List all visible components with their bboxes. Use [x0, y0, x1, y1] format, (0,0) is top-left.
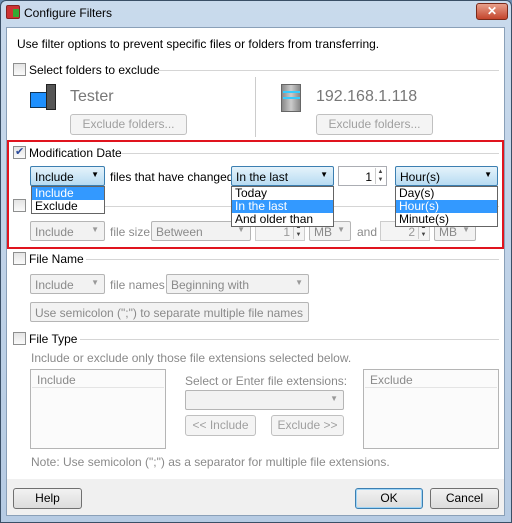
folders-checkbox[interactable]	[13, 63, 26, 76]
up-down-icon[interactable]: ▲ ▼	[375, 168, 385, 184]
chevron-down-icon: ▼	[91, 170, 99, 179]
changed-text: files that have changed	[110, 170, 234, 184]
divider	[86, 259, 499, 260]
include-extension-button[interactable]: << Include	[185, 415, 256, 436]
include-extensions-list[interactable]: Include	[30, 369, 166, 449]
select-value: Include	[35, 278, 74, 292]
chevron-down-icon: ▼	[337, 225, 345, 234]
unit-dropdown-list: Day(s) Hour(s) Minute(s)	[395, 186, 498, 227]
file-name-label[interactable]: File Name	[29, 252, 84, 266]
help-button[interactable]: Help	[13, 488, 82, 509]
option-exclude[interactable]: Exclude	[32, 200, 104, 213]
file-name-checkbox[interactable]	[13, 252, 26, 265]
chevron-down-icon: ▼	[320, 170, 328, 179]
modification-range-select[interactable]: In the last ▼	[231, 166, 334, 186]
file-size-checkbox[interactable]	[13, 199, 26, 212]
divider	[122, 153, 499, 154]
file-type-label[interactable]: File Type	[29, 332, 77, 346]
file-name-mode-select[interactable]: Include ▼	[30, 274, 105, 294]
modification-unit-select[interactable]: Hour(s) ▼	[395, 166, 498, 186]
select-value: MB	[439, 225, 457, 239]
include-list-header: Include	[32, 371, 164, 388]
file-names-text: file names	[110, 278, 165, 292]
local-name: Tester	[70, 88, 114, 105]
file-type-checkbox[interactable]	[13, 332, 26, 345]
select-value: Hour(s)	[400, 170, 441, 184]
file-size-mode-select[interactable]: Include ▼	[30, 221, 105, 241]
mode-dropdown-list: Include Exclude	[31, 186, 105, 214]
ok-button[interactable]: OK	[355, 488, 423, 509]
input-placeholder: Use semicolon (";") to separate multiple…	[35, 306, 303, 320]
remote-name: 192.168.1.118	[316, 88, 418, 105]
select-value: In the last	[236, 170, 289, 184]
chevron-down-icon: ▼	[330, 394, 338, 403]
select-value: Between	[156, 225, 203, 239]
app-icon	[6, 5, 20, 19]
exclude-extensions-list[interactable]: Exclude	[363, 369, 499, 449]
option-and-older-than[interactable]: And older than	[232, 213, 333, 226]
file-type-note: Note: Use semicolon (";") as a separator…	[31, 455, 390, 469]
extensions-select[interactable]: ▼	[185, 390, 344, 410]
file-name-match-select[interactable]: Beginning with ▼	[166, 274, 309, 294]
chevron-down-icon: ▼	[91, 225, 99, 234]
option-minutes[interactable]: Minute(s)	[396, 213, 497, 226]
file-type-description: Include or exclude only those file exten…	[31, 351, 352, 365]
intro-text: Use filter options to prevent specific f…	[17, 37, 380, 51]
select-value: Include	[35, 225, 74, 239]
chevron-down-icon: ▼	[91, 278, 99, 287]
exclude-list-header: Exclude	[365, 371, 497, 388]
spinner-value: 1	[283, 225, 290, 239]
range-dropdown-list: Today In the last And older than	[231, 186, 334, 227]
chevron-down-icon: ▼	[484, 170, 492, 179]
modification-mode-select[interactable]: Include ▼	[30, 166, 105, 186]
divider	[157, 70, 499, 71]
spinner-value: 1	[365, 170, 372, 184]
folders-label[interactable]: Select folders to exclude	[29, 63, 160, 77]
modification-date-label[interactable]: Modification Date	[29, 146, 122, 160]
select-value: Beginning with	[171, 278, 250, 292]
select-extensions-label: Select or Enter file extensions:	[185, 374, 348, 388]
spinner-value: 2	[408, 225, 415, 239]
window-title: Configure Filters	[24, 6, 113, 20]
computer-icon	[30, 84, 60, 112]
exclude-folders-remote-button[interactable]: Exclude folders...	[316, 114, 433, 135]
select-value: Include	[35, 170, 74, 184]
exclude-extension-button[interactable]: Exclude >>	[271, 415, 344, 436]
cancel-button[interactable]: Cancel	[430, 488, 499, 509]
title-bar[interactable]: Configure Filters ✕	[0, 0, 510, 26]
modification-amount-spinner[interactable]: 1 ▲ ▼	[338, 166, 387, 186]
modification-date-checkbox[interactable]	[13, 145, 26, 159]
divider	[80, 339, 499, 340]
select-value: MB	[314, 225, 332, 239]
close-button[interactable]: ✕	[476, 3, 508, 20]
chevron-down-icon: ▼	[295, 278, 303, 287]
server-icon	[281, 84, 301, 112]
and-text: and	[357, 225, 378, 239]
exclude-folders-local-button[interactable]: Exclude folders...	[70, 114, 187, 135]
file-size-text: file size	[110, 225, 151, 239]
file-names-input[interactable]: Use semicolon (";") to separate multiple…	[30, 302, 309, 322]
vertical-divider	[255, 77, 256, 137]
